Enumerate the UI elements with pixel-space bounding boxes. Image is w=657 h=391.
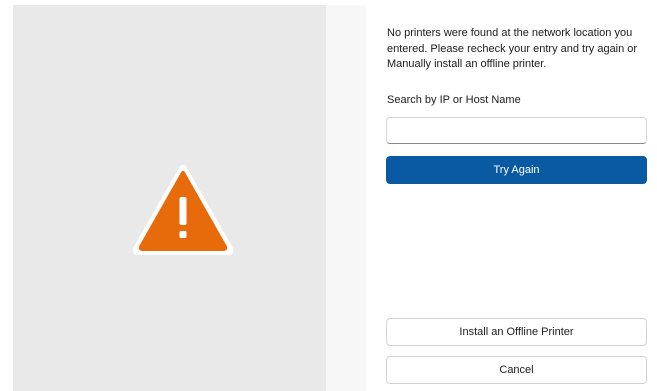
illustration-panel [13,5,326,391]
printer-dialog: No printers were found at the network lo… [0,0,657,391]
warning-icon [132,165,234,256]
error-message: No printers were found at the network lo… [387,27,638,70]
cancel-button[interactable]: Cancel [386,356,647,384]
install-offline-printer-button[interactable]: Install an Offline Printer [386,318,647,346]
try-again-button[interactable]: Try Again [386,156,647,184]
search-label: Search by IP or Host Name [387,94,521,106]
search-input[interactable] [386,117,647,144]
